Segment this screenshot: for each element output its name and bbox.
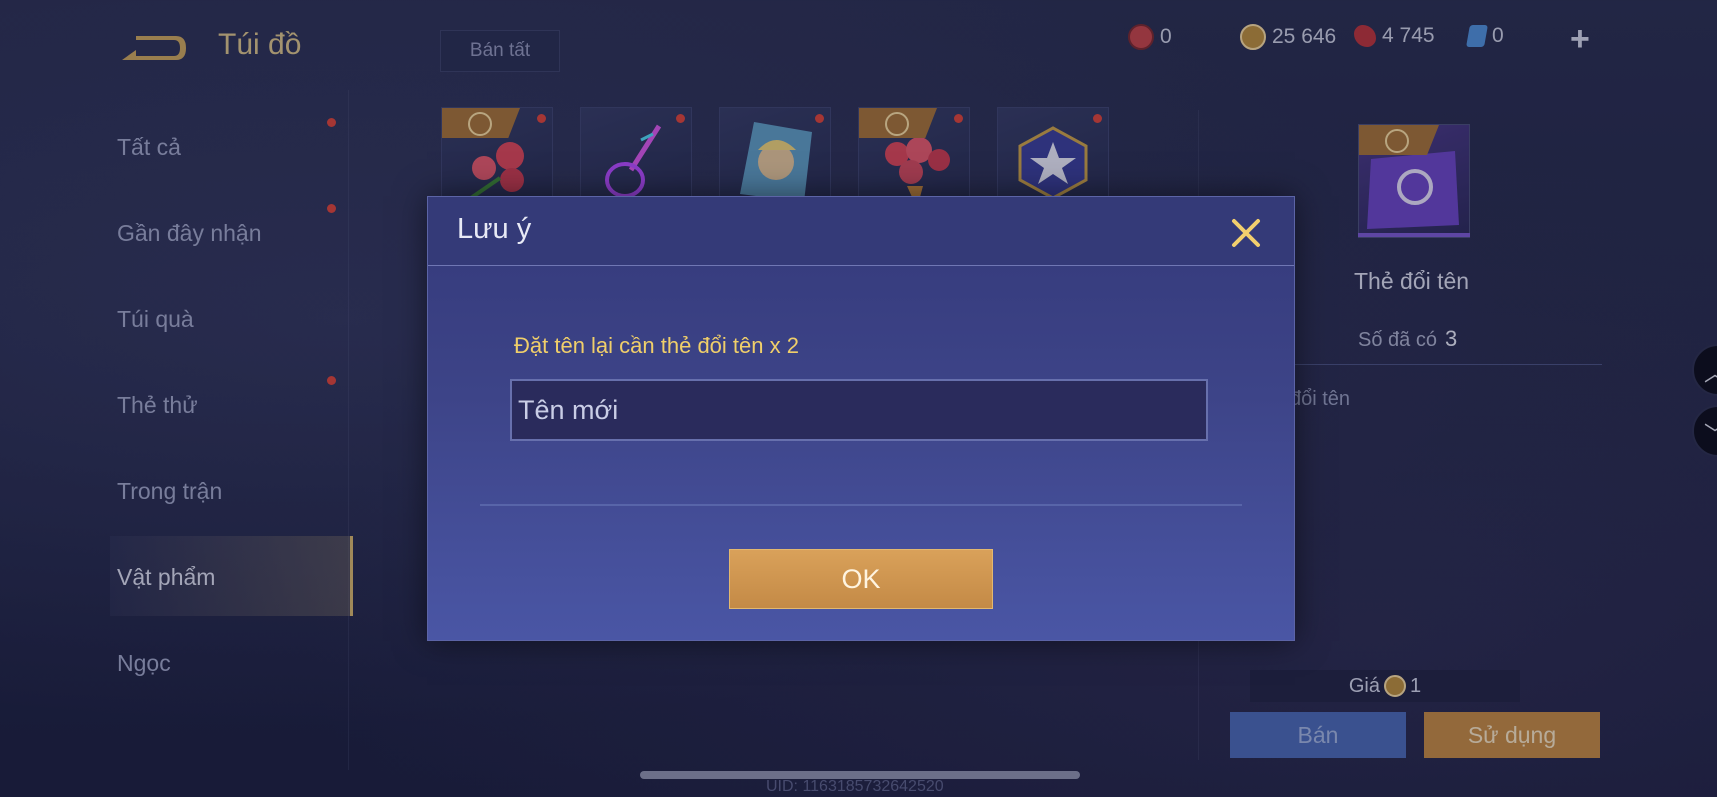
dialog-header: Lưu ý	[428, 197, 1294, 266]
ok-button[interactable]: OK	[729, 549, 993, 609]
dialog-message: Đặt tên lại cần thẻ đổi tên x 2	[514, 333, 799, 358]
dialog-title: Lưu ý	[457, 213, 532, 245]
new-name-input[interactable]	[510, 379, 1208, 441]
dialog-separator	[480, 504, 1242, 506]
rename-dialog: Lưu ý Đặt tên lại cần thẻ đổi tên x 2 OK	[427, 196, 1295, 641]
close-icon[interactable]	[1228, 215, 1264, 251]
